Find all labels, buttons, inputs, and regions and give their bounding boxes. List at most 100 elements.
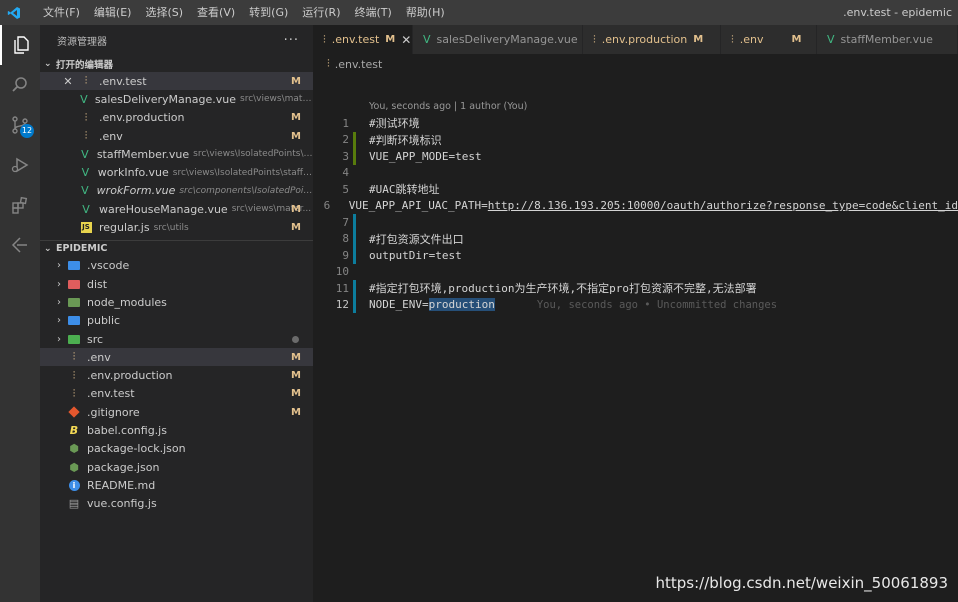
- env-file-icon: ⫶: [72, 386, 76, 400]
- git-icon: [66, 406, 82, 418]
- source-control-activity[interactable]: 12: [0, 105, 40, 145]
- tab-label: .env.production: [601, 33, 688, 46]
- file-path: src\components\IsolatedPoints\w...: [179, 185, 313, 196]
- code-text: #指定打包环境,production为生产环境,不指定pro打包资源不完整,无法…: [369, 282, 757, 296]
- run-activity[interactable]: [0, 145, 40, 185]
- added-gutter: [353, 131, 356, 148]
- tree-file[interactable]: B babel.config.js: [40, 421, 313, 439]
- env-file-icon: ⫶: [84, 110, 88, 124]
- file-name: .env.test: [87, 387, 135, 401]
- modified-badge: M: [291, 388, 301, 400]
- open-editor-item[interactable]: ✕ ⫶ .env.test M: [40, 72, 313, 91]
- tab-env[interactable]: ⫶ .env M: [721, 25, 817, 54]
- open-editor-item[interactable]: V workInfo.vue src\views\IsolatedPoints\…: [40, 163, 313, 181]
- tree-file[interactable]: i README.md: [40, 476, 313, 494]
- code-editor[interactable]: You, seconds ago | 1 author (You) 1 #测试环…: [313, 74, 958, 602]
- file-name: README.md: [87, 478, 156, 492]
- tree-file[interactable]: ⫶ .env.test M: [40, 385, 313, 403]
- open-editor-item[interactable]: ⫶ .env.production M: [40, 109, 313, 127]
- run-debug-icon: [11, 157, 29, 173]
- breadcrumb[interactable]: ⫶ .env.test: [313, 54, 958, 74]
- open-editor-item[interactable]: V staffMember.vue src\views\IsolatedPoin…: [40, 145, 313, 163]
- file-name: vue.config.js: [87, 497, 157, 511]
- modified-badge: M: [385, 34, 396, 45]
- env-file-icon: ⫶: [731, 32, 734, 46]
- menu-terminal[interactable]: 终端(T): [348, 0, 399, 25]
- npm-icon: ⬢: [69, 460, 79, 474]
- modified-badge: M: [291, 351, 301, 363]
- tree-folder[interactable]: › dist: [40, 275, 313, 293]
- extensions-icon: [12, 196, 28, 214]
- line-number: 3: [342, 149, 349, 163]
- scm-badge: 12: [20, 124, 34, 138]
- modified-badge: M: [291, 370, 301, 382]
- open-editor-item[interactable]: JS regular.js src\utils M: [40, 218, 313, 236]
- search-activity[interactable]: [0, 65, 40, 105]
- env-file-icon: ⫶: [72, 350, 76, 364]
- menu-go[interactable]: 转到(G): [242, 0, 295, 25]
- menu-selection[interactable]: 选择(S): [138, 0, 190, 25]
- gutter: [353, 181, 356, 198]
- env-file-icon: ⫶: [72, 368, 76, 382]
- menu-help[interactable]: 帮助(H): [399, 0, 452, 25]
- explorer-header: 资源管理器 ···: [40, 25, 313, 55]
- open-editor-item[interactable]: V wareHouseManage.vue src\views\mater...…: [40, 200, 313, 218]
- file-path: src\views\IsolatedPoints\staff...: [193, 149, 313, 160]
- tree-file[interactable]: ⫶ .env M: [40, 348, 313, 367]
- tree-file[interactable]: ▤ vue.config.js: [40, 495, 313, 513]
- added-gutter: [353, 148, 356, 165]
- open-editor-item[interactable]: V salesDeliveryManage.vue src\views\mate…: [40, 90, 313, 108]
- tree-folder[interactable]: › node_modules: [40, 293, 313, 311]
- tree-folder[interactable]: › .vscode: [40, 257, 313, 275]
- open-editor-item[interactable]: V wrokForm.vue src\components\IsolatedPo…: [40, 182, 313, 200]
- tree-file[interactable]: .gitignore M: [40, 403, 313, 421]
- file-name: babel.config.js: [87, 423, 167, 437]
- menu-view[interactable]: 查看(V): [190, 0, 242, 25]
- close-icon[interactable]: ✕: [401, 33, 411, 47]
- file-name: salesDeliveryManage.vue: [94, 92, 236, 106]
- menu-edit[interactable]: 编辑(E): [87, 0, 139, 25]
- tree-file[interactable]: ⫶ .env.production M: [40, 366, 313, 384]
- file-name: .env.test: [99, 74, 147, 88]
- explorer-activity[interactable]: [0, 25, 40, 65]
- env-key: VUE_APP_API_UAC_PATH=: [348, 199, 488, 213]
- menu-file[interactable]: 文件(F): [36, 0, 87, 25]
- open-editors-section[interactable]: ⌄ 打开的编辑器: [40, 55, 313, 72]
- modified-gutter: [353, 214, 356, 231]
- more-actions-icon[interactable]: ···: [284, 33, 299, 48]
- file-path: src\views\IsolatedPoints\staffMe...: [172, 167, 313, 178]
- tree-folder[interactable]: › public: [40, 312, 313, 330]
- npm-icon: ⬢: [69, 442, 79, 456]
- tree-file[interactable]: ⬢ package.json: [40, 458, 313, 476]
- tab-staff-member[interactable]: V staffMember.vue: [817, 25, 958, 54]
- project-title: EPIDEMIC: [56, 243, 108, 255]
- remote-explorer-icon: [11, 237, 27, 253]
- project-section[interactable]: ⌄ EPIDEMIC: [40, 239, 313, 257]
- tree-file[interactable]: ⬢ package-lock.json: [40, 440, 313, 458]
- vue-file-icon: V: [81, 147, 89, 161]
- tab-env-test[interactable]: ⫶ .env.test M ✕: [313, 25, 413, 54]
- line-number: 6: [323, 199, 331, 213]
- vue-file-icon: V: [423, 33, 431, 46]
- vue-file-icon: V: [81, 166, 90, 180]
- breadcrumb-file[interactable]: .env.test: [335, 58, 383, 71]
- file-name: .env: [87, 350, 111, 364]
- codelens-blame[interactable]: You, seconds ago | 1 author (You): [369, 101, 527, 112]
- folder-dist-icon: [66, 279, 82, 289]
- chevron-right-icon: ›: [57, 296, 61, 308]
- tab-sales-delivery[interactable]: V salesDeliveryManage.vue: [413, 25, 583, 54]
- modified-badge: M: [693, 34, 704, 45]
- line-number: 5: [342, 182, 349, 196]
- open-editor-item[interactable]: ⫶ .env M: [40, 127, 313, 145]
- remote-activity[interactable]: [0, 225, 40, 265]
- uac-url-link[interactable]: http://8.136.193.205:10000/oauth/authori…: [488, 199, 958, 212]
- line-number: 10: [335, 265, 349, 279]
- close-icon[interactable]: ✕: [62, 75, 74, 88]
- folder-name: src: [87, 332, 104, 346]
- extensions-activity[interactable]: [0, 185, 40, 225]
- tree-folder[interactable]: › src: [40, 330, 313, 348]
- menu-run[interactable]: 运行(R): [295, 0, 347, 25]
- editor-tabs: ⫶ .env.test M ✕ V salesDeliveryManage.vu…: [313, 25, 958, 54]
- gutter: [353, 115, 356, 132]
- tab-env-production[interactable]: ⫶ .env.production M: [583, 25, 721, 54]
